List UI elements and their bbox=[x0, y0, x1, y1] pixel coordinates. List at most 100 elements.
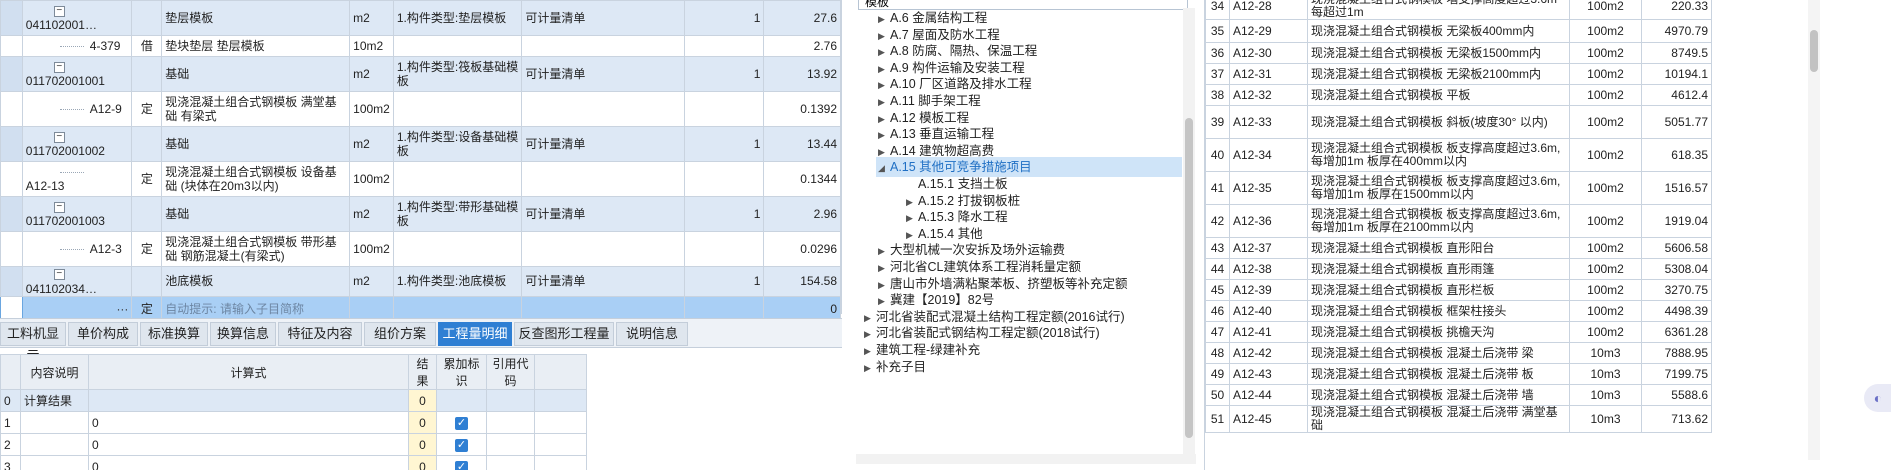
tab-1[interactable]: 单价构成 bbox=[68, 322, 138, 346]
item-type[interactable] bbox=[131, 56, 163, 92]
row-header-cell[interactable] bbox=[0, 161, 23, 197]
quota-list-row[interactable]: 48 A12-42 现浇混凝土组合式钢模板 混凝土后浇带 梁 10m3 7888.95 bbox=[1205, 342, 1712, 364]
item-unit[interactable]: 100m2 bbox=[349, 91, 394, 127]
item-rule[interactable] bbox=[521, 231, 686, 267]
quota-search-input[interactable] bbox=[858, 0, 1188, 10]
quota-list-row[interactable]: 43 A12-37 现浇混凝土组合式钢模板 直形阳台 100m2 5606.58 bbox=[1205, 237, 1712, 259]
item-type[interactable]: 定 bbox=[131, 231, 163, 267]
item-feature[interactable] bbox=[392, 231, 523, 267]
item-rule[interactable]: 可计量清单 bbox=[521, 0, 686, 36]
formula-cell[interactable]: 0 bbox=[88, 455, 409, 470]
item-quantity[interactable]: 1 bbox=[684, 196, 765, 232]
item-price[interactable]: 13.44 bbox=[763, 126, 841, 162]
accumulate-cell[interactable]: ✓ bbox=[436, 411, 487, 434]
bill-item-row[interactable]: −011702001002 基础 m2 1.构件类型:设备基础模板 可计量清单 1 13.4… bbox=[0, 126, 841, 162]
desc-cell[interactable] bbox=[20, 455, 89, 470]
item-feature[interactable] bbox=[392, 91, 523, 127]
item-name[interactable]: 现浇混凝土组合式钢模板 设备基础 (块体在20m3以内) bbox=[161, 161, 351, 197]
checkbox-checked-icon[interactable]: ✓ bbox=[455, 461, 468, 470]
item-unit[interactable]: 100m2 bbox=[349, 161, 394, 197]
list-vertical-scrollbar[interactable] bbox=[1808, 0, 1820, 460]
code-cell[interactable]: 4-379 bbox=[21, 35, 133, 57]
collapse-icon[interactable]: − bbox=[53, 131, 65, 143]
code-cell[interactable]: −011702001001 bbox=[21, 56, 133, 92]
desc-cell[interactable] bbox=[20, 411, 89, 434]
quota-list-row[interactable]: 51 A12-45 现浇混凝土组合式钢模板 混凝土后浇带 满堂基础 10m3 713.6… bbox=[1205, 405, 1712, 433]
quota-list-row[interactable]: 46 A12-40 现浇混凝土组合式钢模板 框架柱接头 100m2 4498.39 bbox=[1205, 300, 1712, 322]
item-name[interactable]: 池底模板 bbox=[161, 266, 351, 297]
item-rule[interactable]: 可计量清单 bbox=[521, 196, 686, 232]
quota-list-row[interactable]: 37 A12-31 现浇混凝土组合式钢模板 无梁板2100mm内 100m2 10194… bbox=[1205, 63, 1712, 85]
item-type[interactable] bbox=[131, 196, 163, 232]
item-quantity[interactable]: 1 bbox=[684, 126, 765, 162]
tab-4[interactable]: 特征及内容 bbox=[278, 322, 362, 346]
item-unit[interactable]: m2 bbox=[349, 0, 394, 36]
row-header-cell[interactable] bbox=[0, 126, 23, 162]
item-quantity[interactable]: 1 bbox=[684, 0, 765, 36]
code-cell[interactable]: A12-9 bbox=[21, 91, 133, 127]
row-header-cell[interactable] bbox=[0, 231, 23, 267]
item-price[interactable]: 13.92 bbox=[763, 56, 841, 92]
code-cell[interactable]: −011702001003 bbox=[21, 196, 133, 232]
row-header-cell[interactable] bbox=[0, 196, 23, 232]
collapse-icon[interactable]: − bbox=[53, 269, 65, 281]
item-unit[interactable]: m2 bbox=[349, 126, 394, 162]
collapse-icon[interactable]: − bbox=[53, 5, 65, 17]
item-type[interactable]: 借 bbox=[131, 35, 163, 57]
item-price[interactable]: 0.1344 bbox=[763, 161, 841, 197]
quota-item-row[interactable]: A12-9 定现浇混凝土组合式钢模板 满堂基础 有梁式 100m2 0.1392 bbox=[0, 91, 841, 127]
detail-header-4[interactable]: 引用代码 bbox=[486, 354, 535, 390]
item-price[interactable]: 2.96 bbox=[763, 196, 841, 232]
item-unit[interactable]: 100m2 bbox=[349, 231, 394, 267]
item-unit[interactable]: m2 bbox=[349, 56, 394, 92]
accumulate-cell[interactable]: ✓ bbox=[436, 455, 487, 470]
item-name[interactable]: 现浇混凝土组合式钢模板 带形基础 钢筋混凝土(有梁式) bbox=[161, 231, 351, 267]
item-name[interactable]: 基础 bbox=[161, 196, 351, 232]
tree-vertical-scrollbar[interactable] bbox=[1183, 8, 1195, 458]
item-name[interactable]: 基础 bbox=[161, 126, 351, 162]
item-name[interactable]: 垫块垫层 垫层模板 bbox=[161, 35, 351, 57]
item-feature[interactable]: 1.构件类型:池底模板 bbox=[392, 266, 523, 297]
tab-7[interactable]: 反查图形工程量 bbox=[514, 322, 614, 346]
quota-list-row[interactable]: 34A12-28现浇混凝土组合式钢模板 墙支撑高度超过3.6m每超过1m100m… bbox=[1205, 0, 1712, 20]
code-cell[interactable]: −041102034… bbox=[21, 266, 133, 297]
item-feature[interactable] bbox=[392, 161, 523, 197]
quota-list-row[interactable]: 39 A12-33 现浇混凝土组合式钢模板 斜板(坡度30° 以内) 100m2 505… bbox=[1205, 105, 1712, 139]
item-feature[interactable]: 1.构件类型:筏板基础模板 bbox=[392, 56, 523, 92]
quota-list-row[interactable]: 36 A12-30 现浇混凝土组合式钢模板 无梁板1500mm内 100m2 8749.… bbox=[1205, 42, 1712, 64]
item-type[interactable]: 定 bbox=[131, 161, 163, 197]
collapse-icon[interactable]: − bbox=[53, 201, 65, 213]
item-price[interactable]: 27.6 bbox=[763, 0, 841, 36]
bill-item-row[interactable]: −041102001… 垫层模板 m2 1.构件类型:垫层模板 可计量清单 1 27.6 bbox=[0, 0, 841, 36]
item-quantity[interactable]: 1 bbox=[684, 266, 765, 297]
detail-row[interactable]: 0 计算结果 0 bbox=[0, 389, 587, 412]
code-cell[interactable]: −041102001… bbox=[21, 0, 133, 36]
collapsed-arrow-icon[interactable]: ▶ bbox=[864, 358, 876, 378]
item-type[interactable] bbox=[131, 266, 163, 297]
item-name[interactable]: 现浇混凝土组合式钢模板 满堂基础 有梁式 bbox=[161, 91, 351, 127]
assistant-float-button[interactable]: ◐ bbox=[1864, 384, 1891, 412]
quota-item-row[interactable]: A12-13 定现浇混凝土组合式钢模板 设备基础 (块体在20m3以内) 100m2… bbox=[0, 161, 841, 197]
code-cell[interactable]: A12-3 bbox=[21, 231, 133, 267]
item-rule[interactable]: 可计量清单 bbox=[521, 126, 686, 162]
code-cell[interactable]: −011702001002 bbox=[21, 126, 133, 162]
row-header-cell[interactable] bbox=[0, 266, 23, 297]
quota-list-row[interactable]: 40 A12-34 现浇混凝土组合式钢模板 板支撑高度超过3.6m,每增加1m 板厚… bbox=[1205, 138, 1712, 172]
item-quantity[interactable] bbox=[684, 91, 765, 127]
quota-list-row[interactable]: 42 A12-36 现浇混凝土组合式钢模板 板支撑高度超过3.6m,每增加1m 板厚… bbox=[1205, 204, 1712, 238]
ref-code-cell[interactable] bbox=[486, 433, 535, 456]
item-unit[interactable]: m2 bbox=[349, 266, 394, 297]
item-name[interactable]: 基础 bbox=[161, 56, 351, 92]
quota-list-row[interactable]: 38 A12-32 现浇混凝土组合式钢模板 平板 100m2 4612.4 bbox=[1205, 84, 1712, 106]
item-rule[interactable] bbox=[521, 161, 686, 197]
item-feature[interactable] bbox=[392, 35, 523, 57]
tree-horizontal-scrollbar[interactable] bbox=[856, 454, 1196, 464]
item-price[interactable]: 0.1392 bbox=[763, 91, 841, 127]
quota-item-row[interactable]: A12-3 定现浇混凝土组合式钢模板 带形基础 钢筋混凝土(有梁式) 100m2 0.… bbox=[0, 231, 841, 267]
detail-row[interactable]: 2 0 0 ✓ bbox=[0, 433, 587, 456]
item-feature[interactable]: 1.构件类型:设备基础模板 bbox=[392, 126, 523, 162]
ref-code-cell[interactable] bbox=[486, 389, 535, 412]
item-quantity[interactable] bbox=[684, 231, 765, 267]
desc-cell[interactable] bbox=[20, 433, 89, 456]
item-type[interactable] bbox=[131, 126, 163, 162]
